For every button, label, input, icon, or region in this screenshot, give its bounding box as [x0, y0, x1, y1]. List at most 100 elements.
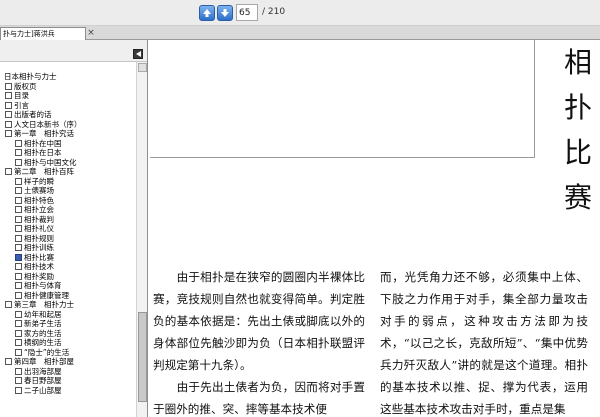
tree-item-label: 幼年和起居	[24, 309, 62, 319]
tree-item[interactable]: 样子的瞬	[2, 177, 136, 187]
bookmark-sidebar: 日本相扑与力士 版权页 目录 引言 出版者的话 人文日本新书（序） 第一章 相扑究话 相扑在中…	[0, 40, 148, 417]
tree-item-label: 相扑比赛	[24, 252, 54, 262]
bookmark-tree: 日本相扑与力士 版权页 目录 引言 出版者的话 人文日本新书（序） 第一章 相扑究话 相扑在中…	[2, 72, 136, 395]
bookmark-icon	[15, 339, 22, 346]
tree-item[interactable]: 人文日本新书（序）	[2, 120, 136, 130]
tree-item-label: 土俵赛场	[24, 186, 54, 195]
tree-item[interactable]: 第三章 相扑力士	[2, 300, 136, 310]
tree-item[interactable]: 春日野部屋	[2, 376, 136, 386]
scroll-thumb[interactable]	[138, 312, 147, 402]
tree-item-label: 相扑技术	[24, 262, 54, 271]
arrow-up-icon[interactable]	[199, 5, 215, 21]
tree-item-label: “隐士”的生活	[24, 347, 70, 357]
tree-item-label: 二子山部屋	[24, 385, 62, 395]
bookmark-icon	[15, 377, 22, 384]
tree-item[interactable]: 相扑在日本	[2, 148, 136, 158]
tree-item[interactable]: 目录	[2, 91, 136, 101]
tree-item-label: 横纲的生活	[24, 338, 62, 347]
tree-item-label: 新弟子生活	[24, 319, 62, 328]
page-total: / 210	[262, 7, 286, 17]
bookmark-icon	[15, 139, 22, 147]
tree-item[interactable]: 相扑规则	[2, 234, 136, 244]
bookmark-icon	[5, 92, 12, 99]
tree-item[interactable]: 第二章 相扑百阵	[2, 167, 136, 177]
tree-item-label: 引言	[14, 100, 29, 110]
paragraph: 由于相扑是在狭窄的圆圈内半裸体比赛，竞技规则自然也就变得简单。判定胜负的基本依据…	[153, 270, 365, 372]
tree-item[interactable]: 第一章 相扑究话	[2, 129, 136, 139]
bookmark-icon	[5, 120, 12, 128]
tree-item-label: 相扑特色	[24, 195, 54, 205]
bookmark-icon	[15, 282, 22, 289]
tree-item-label: 相扑规则	[24, 233, 54, 243]
arrow-down-icon[interactable]	[217, 5, 233, 21]
tree-item[interactable]: 版权页	[2, 82, 136, 92]
tree-item[interactable]: 出羽海部屋	[2, 367, 136, 377]
tree-item[interactable]: 相扑比赛	[2, 253, 136, 263]
tree-item[interactable]: 相扑与中国文化	[2, 158, 136, 168]
paragraph: 而，光凭角力还不够，必须集中上体、下肢之力作用于对手，集全部力量攻击对手的弱点，…	[380, 270, 588, 416]
tree-item[interactable]: 相扑与体育	[2, 281, 136, 291]
tree-item[interactable]: 相扑在中国	[2, 139, 136, 149]
close-tab-button[interactable]: ×	[86, 28, 96, 38]
scroll-up-button[interactable]	[138, 63, 147, 72]
bookmark-selected-icon	[15, 253, 22, 261]
tree-item-label: 相扑在日本	[24, 148, 62, 157]
document-tab[interactable]: 扑与力士]蒋洪兵	[0, 27, 86, 40]
tree-item[interactable]: 新弟子生活	[2, 319, 136, 329]
bookmark-icon	[5, 111, 12, 118]
tree-item[interactable]: 相扑礼仪	[2, 224, 136, 234]
tree-item[interactable]: 相扑特色	[2, 196, 136, 206]
section-title-char: 相	[563, 46, 592, 79]
tree-item[interactable]: “隐士”的生活	[2, 348, 136, 358]
tree-item[interactable]: 相扑裁判	[2, 215, 136, 225]
bookmark-icon	[15, 149, 22, 156]
tree-item[interactable]: 相扑立会	[2, 205, 136, 215]
tree-item-label: 相扑训练	[24, 243, 54, 252]
tree-item[interactable]: 二子山部屋	[2, 386, 136, 396]
sidebar-scrollbar[interactable]	[136, 62, 147, 417]
bookmark-icon	[5, 82, 12, 90]
tree-item-label: 日本相扑与力士	[4, 72, 57, 81]
tree-item-label: 第四章 相扑部屋	[14, 357, 74, 366]
bookmark-icon	[15, 291, 22, 299]
tree-item-label: 家方的生活	[24, 328, 62, 338]
bookmark-icon	[15, 329, 22, 337]
tree-item[interactable]: 引言	[2, 101, 136, 111]
bookmark-icon	[5, 168, 12, 175]
tree-item[interactable]: 出版者的话	[2, 110, 136, 120]
tree-item[interactable]: 相扑技术	[2, 262, 136, 272]
tree-item-label: 出羽海部屋	[24, 366, 62, 376]
tree-item[interactable]: 相扑健康管理	[2, 291, 136, 301]
paragraph: 由于先出土俵者为负，因而将对手置于圈外的推、突、摔等基本技术便	[153, 380, 365, 416]
document-view: 相 扑 比 赛 由于相扑是在狭窄的圆圈内半裸体比赛，竞技规则自然也就变得简单。判…	[148, 40, 600, 417]
collapse-sidebar-button[interactable]	[133, 49, 143, 59]
bookmark-icon	[5, 130, 12, 137]
section-title-char: 赛	[563, 181, 592, 214]
tree-item[interactable]: 幼年和起居	[2, 310, 136, 320]
tree-item-label: 出版者的话	[14, 110, 52, 119]
tree-item[interactable]: 横纲的生活	[2, 338, 136, 348]
text-column-right: 而，光凭角力还不够，必须集中上体、下肢之力作用于对手，集全部力量攻击对手的弱点，…	[380, 266, 588, 417]
tree-item-label: 目录	[14, 91, 29, 100]
tree-item-label: 第三章 相扑力士	[14, 300, 74, 309]
bookmark-icon	[15, 244, 22, 251]
page-number-input[interactable]	[236, 4, 258, 21]
tree-item[interactable]: 土俵赛场	[2, 186, 136, 196]
section-title: 相 扑 比 赛	[558, 40, 598, 220]
tree-item[interactable]: 相扑训练	[2, 243, 136, 253]
tree-item[interactable]: 第四章 相扑部屋	[2, 357, 136, 367]
section-title-char: 扑	[563, 91, 592, 124]
tree-item[interactable]: 日本相扑与力士	[2, 72, 136, 82]
bookmark-icon	[15, 348, 22, 356]
tree-item[interactable]: 相扑奖励	[2, 272, 136, 282]
tree-item-label: 相扑在中国	[24, 138, 62, 148]
tree-item[interactable]: 家方的生活	[2, 329, 136, 339]
toolbar: / 210	[0, 0, 600, 26]
previous-page	[150, 40, 535, 158]
bookmark-icon	[15, 310, 22, 318]
bookmark-icon	[15, 177, 22, 185]
bookmark-icon	[15, 263, 22, 270]
bookmark-icon	[15, 367, 22, 375]
bookmark-icon	[15, 272, 22, 280]
bookmark-icon	[15, 386, 22, 394]
